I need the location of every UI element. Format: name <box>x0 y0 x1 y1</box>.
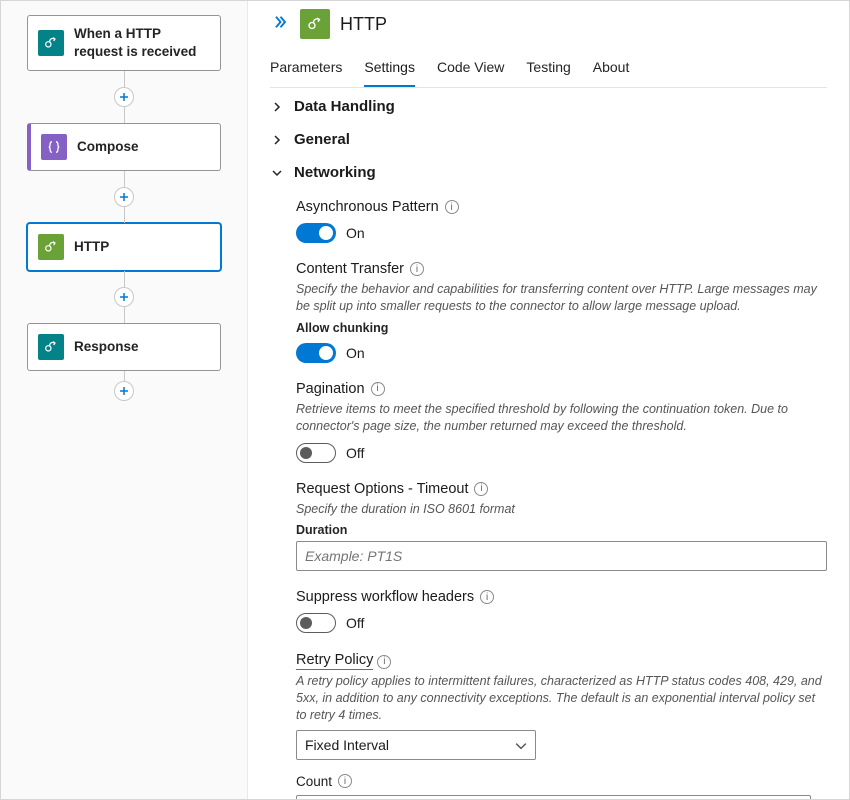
timeout-label: Request Options - Timeout <box>296 481 468 497</box>
chevron-right-icon <box>270 99 284 115</box>
suppress-headers-label: Suppress workflow headers <box>296 589 474 605</box>
workflow-node-response[interactable]: Response <box>27 323 221 371</box>
panel-title: HTTP <box>340 14 387 35</box>
allow-chunking-label: Allow chunking <box>296 321 827 335</box>
add-step-button[interactable] <box>114 287 134 307</box>
duration-input[interactable] <box>296 541 827 571</box>
async-pattern-state: On <box>346 225 365 241</box>
info-icon[interactable]: i <box>371 382 385 396</box>
pagination-desc: Retrieve items to meet the specified thr… <box>296 401 827 435</box>
workflow-node-compose[interactable]: Compose <box>27 123 221 171</box>
designer-canvas: When a HTTP request is received Compose HT… <box>1 1 247 799</box>
add-step-button[interactable] <box>114 187 134 207</box>
tab-parameters[interactable]: Parameters <box>270 51 342 87</box>
allow-chunking-toggle[interactable] <box>296 343 336 363</box>
async-pattern-toggle[interactable] <box>296 223 336 243</box>
count-label: Count <box>296 774 332 789</box>
retry-policy-select[interactable]: Fixed Interval <box>296 730 536 760</box>
http-action-icon <box>300 9 330 39</box>
add-step-button[interactable] <box>114 381 134 401</box>
workflow-node-http[interactable]: HTTP <box>27 223 221 271</box>
retry-policy-label: Retry Policy <box>296 652 373 670</box>
suppress-headers-toggle[interactable] <box>296 613 336 633</box>
info-icon[interactable]: i <box>480 590 494 604</box>
add-step-button[interactable] <box>114 87 134 107</box>
allow-chunking-state: On <box>346 345 365 361</box>
section-general[interactable]: General <box>270 121 827 154</box>
node-label: Compose <box>77 138 139 156</box>
tab-about[interactable]: About <box>593 51 630 87</box>
content-transfer-desc: Specify the behavior and capabilities fo… <box>296 281 827 315</box>
retry-count-input[interactable] <box>296 795 811 800</box>
section-networking[interactable]: Networking <box>270 154 827 187</box>
section-data-handling[interactable]: Data Handling <box>270 88 827 121</box>
signal-icon <box>38 30 64 56</box>
suppress-headers-state: Off <box>346 615 364 631</box>
info-icon[interactable]: i <box>410 262 424 276</box>
duration-label: Duration <box>296 523 827 537</box>
chevron-right-icon <box>270 132 284 148</box>
chevron-down-icon <box>515 739 527 755</box>
node-label: HTTP <box>74 238 109 256</box>
action-panel: HTTP Parameters Settings Code View Testing A… <box>247 1 849 799</box>
info-icon[interactable]: i <box>445 200 459 214</box>
pagination-toggle[interactable] <box>296 443 336 463</box>
signal-icon <box>38 334 64 360</box>
retry-policy-selected: Fixed Interval <box>305 737 389 753</box>
node-label: When a HTTP request is received <box>74 25 210 60</box>
collapse-panel-button[interactable] <box>270 13 288 36</box>
info-icon[interactable]: i <box>474 482 488 496</box>
chevron-down-icon <box>270 165 284 181</box>
panel-tabs: Parameters Settings Code View Testing About <box>270 51 827 88</box>
info-icon[interactable]: i <box>338 774 352 788</box>
signal-icon <box>38 234 64 260</box>
info-icon[interactable]: i <box>377 655 391 669</box>
async-pattern-label: Asynchronous Pattern <box>296 199 439 215</box>
content-transfer-label: Content Transfer <box>296 261 404 277</box>
pagination-state: Off <box>346 445 364 461</box>
retry-policy-desc: A retry policy applies to intermittent f… <box>296 673 827 724</box>
tab-testing[interactable]: Testing <box>526 51 570 87</box>
braces-icon <box>41 134 67 160</box>
node-label: Response <box>74 338 139 356</box>
tab-settings[interactable]: Settings <box>364 51 415 87</box>
tab-code-view[interactable]: Code View <box>437 51 504 87</box>
pagination-label: Pagination <box>296 381 365 397</box>
workflow-node-when-a-http-request-is-received[interactable]: When a HTTP request is received <box>27 15 221 71</box>
timeout-desc: Specify the duration in ISO 8601 format <box>296 501 827 518</box>
